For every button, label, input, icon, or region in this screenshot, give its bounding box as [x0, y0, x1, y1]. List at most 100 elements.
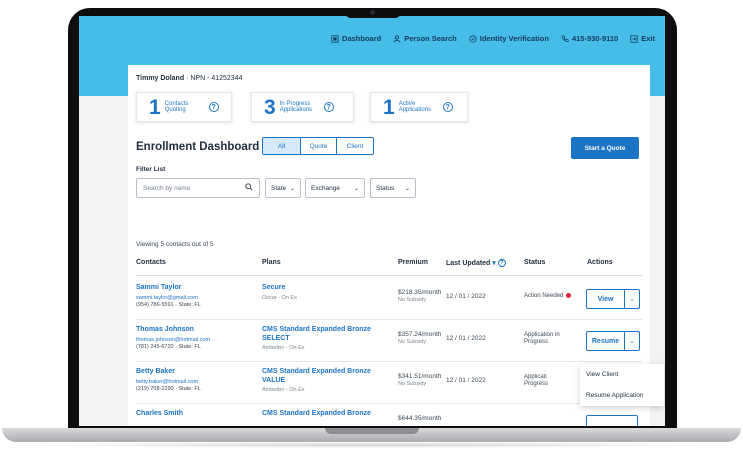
agent-info: Timmy Doland · NPN - 41252344	[136, 75, 243, 82]
stat-value: 3	[264, 95, 276, 119]
plan-carrier: Ambetter - On Ex	[262, 345, 305, 351]
chevron-down-icon[interactable]: ⌄	[625, 290, 639, 308]
person-icon	[393, 34, 401, 43]
last-updated: 12 / 01 / 2022	[446, 335, 486, 342]
stat-label-line2: Applications	[398, 107, 432, 113]
stat-contacts-quoting[interactable]: 1 Contacts Quoting ?	[136, 92, 232, 122]
chevron-down-icon: ⌄	[404, 185, 410, 192]
page-title: Enrollment Dashboard	[136, 141, 260, 153]
header-status: Status	[524, 259, 546, 266]
stat-label-line1: Contacts	[164, 100, 189, 107]
table-row: Thomas Johnson thomas.johnson@hotmail.co…	[136, 322, 642, 362]
stat-label: Contacts Quoting	[165, 101, 205, 114]
top-nav: Dashboard Person Search Identity Verific…	[331, 34, 655, 43]
laptop-shadow	[20, 442, 723, 448]
nav-dashboard[interactable]: Dashboard	[331, 34, 381, 43]
table-row: Betty Baker betty.baker@hotmail.com (219…	[136, 364, 642, 404]
nav-identity-verification[interactable]: Identity Verification	[469, 34, 549, 43]
view-button[interactable]: View	[587, 290, 625, 308]
stat-value: 1	[149, 95, 161, 119]
dashboard-card: Timmy Doland · NPN - 41252344 1 Contacts…	[128, 65, 664, 426]
help-icon[interactable]: ?	[442, 102, 453, 112]
header-plans: Plans	[262, 259, 281, 266]
stat-value: 1	[383, 95, 395, 119]
contact-phone: (781) 245-6720 · State: FL	[136, 344, 201, 350]
stat-label-line1: In Progress	[279, 100, 311, 107]
contact-name[interactable]: Sammi Taylor	[136, 284, 181, 291]
search-input[interactable]: Search by name	[136, 178, 260, 198]
help-icon[interactable]: ?	[208, 102, 219, 112]
header-contacts: Contacts	[136, 259, 166, 266]
stat-active[interactable]: 1 Active Applications ?	[370, 92, 468, 122]
contact-email[interactable]: sammi.taylor@gmail.com	[136, 295, 198, 301]
sort-down-icon[interactable]: ▾	[492, 260, 496, 267]
tab-quote[interactable]: Quote	[301, 138, 337, 154]
contact-email[interactable]: betty.baker@hotmail.com	[136, 379, 198, 385]
resume-button[interactable]: Resume	[587, 332, 625, 350]
plan-carrier: Ambetter - On Ex	[262, 387, 305, 393]
stat-label-line2: Applications	[279, 107, 313, 113]
contact-name[interactable]: Charles Smith	[136, 410, 183, 417]
status-label: Action Needed	[524, 293, 564, 300]
shield-icon	[469, 34, 477, 43]
laptop-base-notch	[325, 428, 419, 434]
chevron-down-icon[interactable]: ⌄	[625, 332, 639, 350]
state-select[interactable]: State ⌄	[265, 178, 301, 198]
nav-exit[interactable]: Exit	[630, 34, 655, 43]
row-action-menu: View Client Resume Application	[580, 364, 664, 406]
chevron-down-icon: ⌄	[353, 185, 359, 192]
plan-name[interactable]: CMS Standard Expanded Bronze	[262, 410, 392, 419]
phone-icon	[561, 34, 569, 43]
row-action-group: View ⌄	[586, 289, 640, 309]
header-actions: Actions	[587, 259, 613, 266]
menu-view-client[interactable]: View Client	[580, 364, 664, 385]
row-action-group[interactable]	[586, 415, 638, 426]
stat-label: Active Applications	[399, 101, 439, 114]
nav-person-search-label: Person Search	[404, 34, 457, 43]
stat-in-progress[interactable]: 3 In Progress Applications ?	[251, 92, 354, 122]
start-quote-button[interactable]: Start a Quote	[571, 137, 639, 159]
header-divider	[136, 275, 642, 276]
stat-label: In Progress Applications	[280, 101, 320, 114]
table-row: Charles Smith CMS Standard Expanded Bron…	[136, 406, 642, 426]
last-updated: 12 / 01 / 2022	[446, 293, 486, 300]
stat-label-line2: Quoting	[164, 107, 186, 113]
exchange-select[interactable]: Exchange ⌄	[305, 178, 365, 198]
result-count: Viewing 5 contacts out of 5	[136, 241, 214, 248]
header-last-updated-label: Last Updated	[446, 260, 491, 267]
help-icon[interactable]: ?	[323, 102, 334, 112]
exchange-select-value: Exchange	[311, 184, 340, 192]
premium-amount: $644.35/month	[398, 415, 442, 422]
contact-name[interactable]: Thomas Johnson	[136, 326, 194, 333]
tab-all[interactable]: All	[263, 138, 301, 154]
agent-npn: NPN - 41252344	[190, 75, 243, 82]
contact-name[interactable]: Betty Baker	[136, 368, 175, 375]
nav-exit-label: Exit	[641, 34, 655, 43]
stat-label-line1: Active	[398, 100, 416, 107]
nav-phone[interactable]: 415-930-9110	[561, 34, 618, 43]
filter-label: Filter List	[136, 166, 166, 173]
nav-phone-label: 415-930-9110	[571, 34, 619, 43]
contact-email[interactable]: thomas.johnson@hotmail.com	[136, 337, 210, 343]
premium-subsidy: No Subsidy	[398, 339, 427, 345]
status-select[interactable]: Status ⌄	[370, 178, 416, 198]
nav-person-search[interactable]: Person Search	[393, 34, 457, 43]
row-action-group: Resume ⌄	[586, 331, 640, 351]
table-row: Sammi Taylor sammi.taylor@gmail.com (954…	[136, 280, 642, 320]
plan-name[interactable]: Secure	[262, 284, 392, 293]
agent-name: Timmy Doland	[136, 75, 185, 82]
exit-icon	[630, 34, 638, 43]
menu-resume-application[interactable]: Resume Application	[580, 385, 664, 406]
plan-carrier: Oscar - On Ex	[262, 295, 297, 301]
laptop-screen: Dashboard Person Search Identity Verific…	[79, 16, 665, 426]
tab-client[interactable]: Client	[337, 138, 373, 154]
plan-name[interactable]: CMS Standard Expanded Bronze VALUE	[262, 368, 392, 386]
camera-icon	[370, 10, 375, 15]
premium-subsidy: No Subsidy	[398, 381, 427, 387]
plan-name[interactable]: CMS Standard Expanded Bronze SELECT	[262, 326, 392, 344]
alert-dot-icon	[566, 293, 572, 298]
help-icon[interactable]: ?	[497, 259, 506, 268]
header-last-updated[interactable]: Last Updated ▾ ?	[446, 259, 506, 268]
search-icon	[245, 183, 253, 193]
last-updated: 12 / 01 / 2022	[446, 377, 486, 384]
